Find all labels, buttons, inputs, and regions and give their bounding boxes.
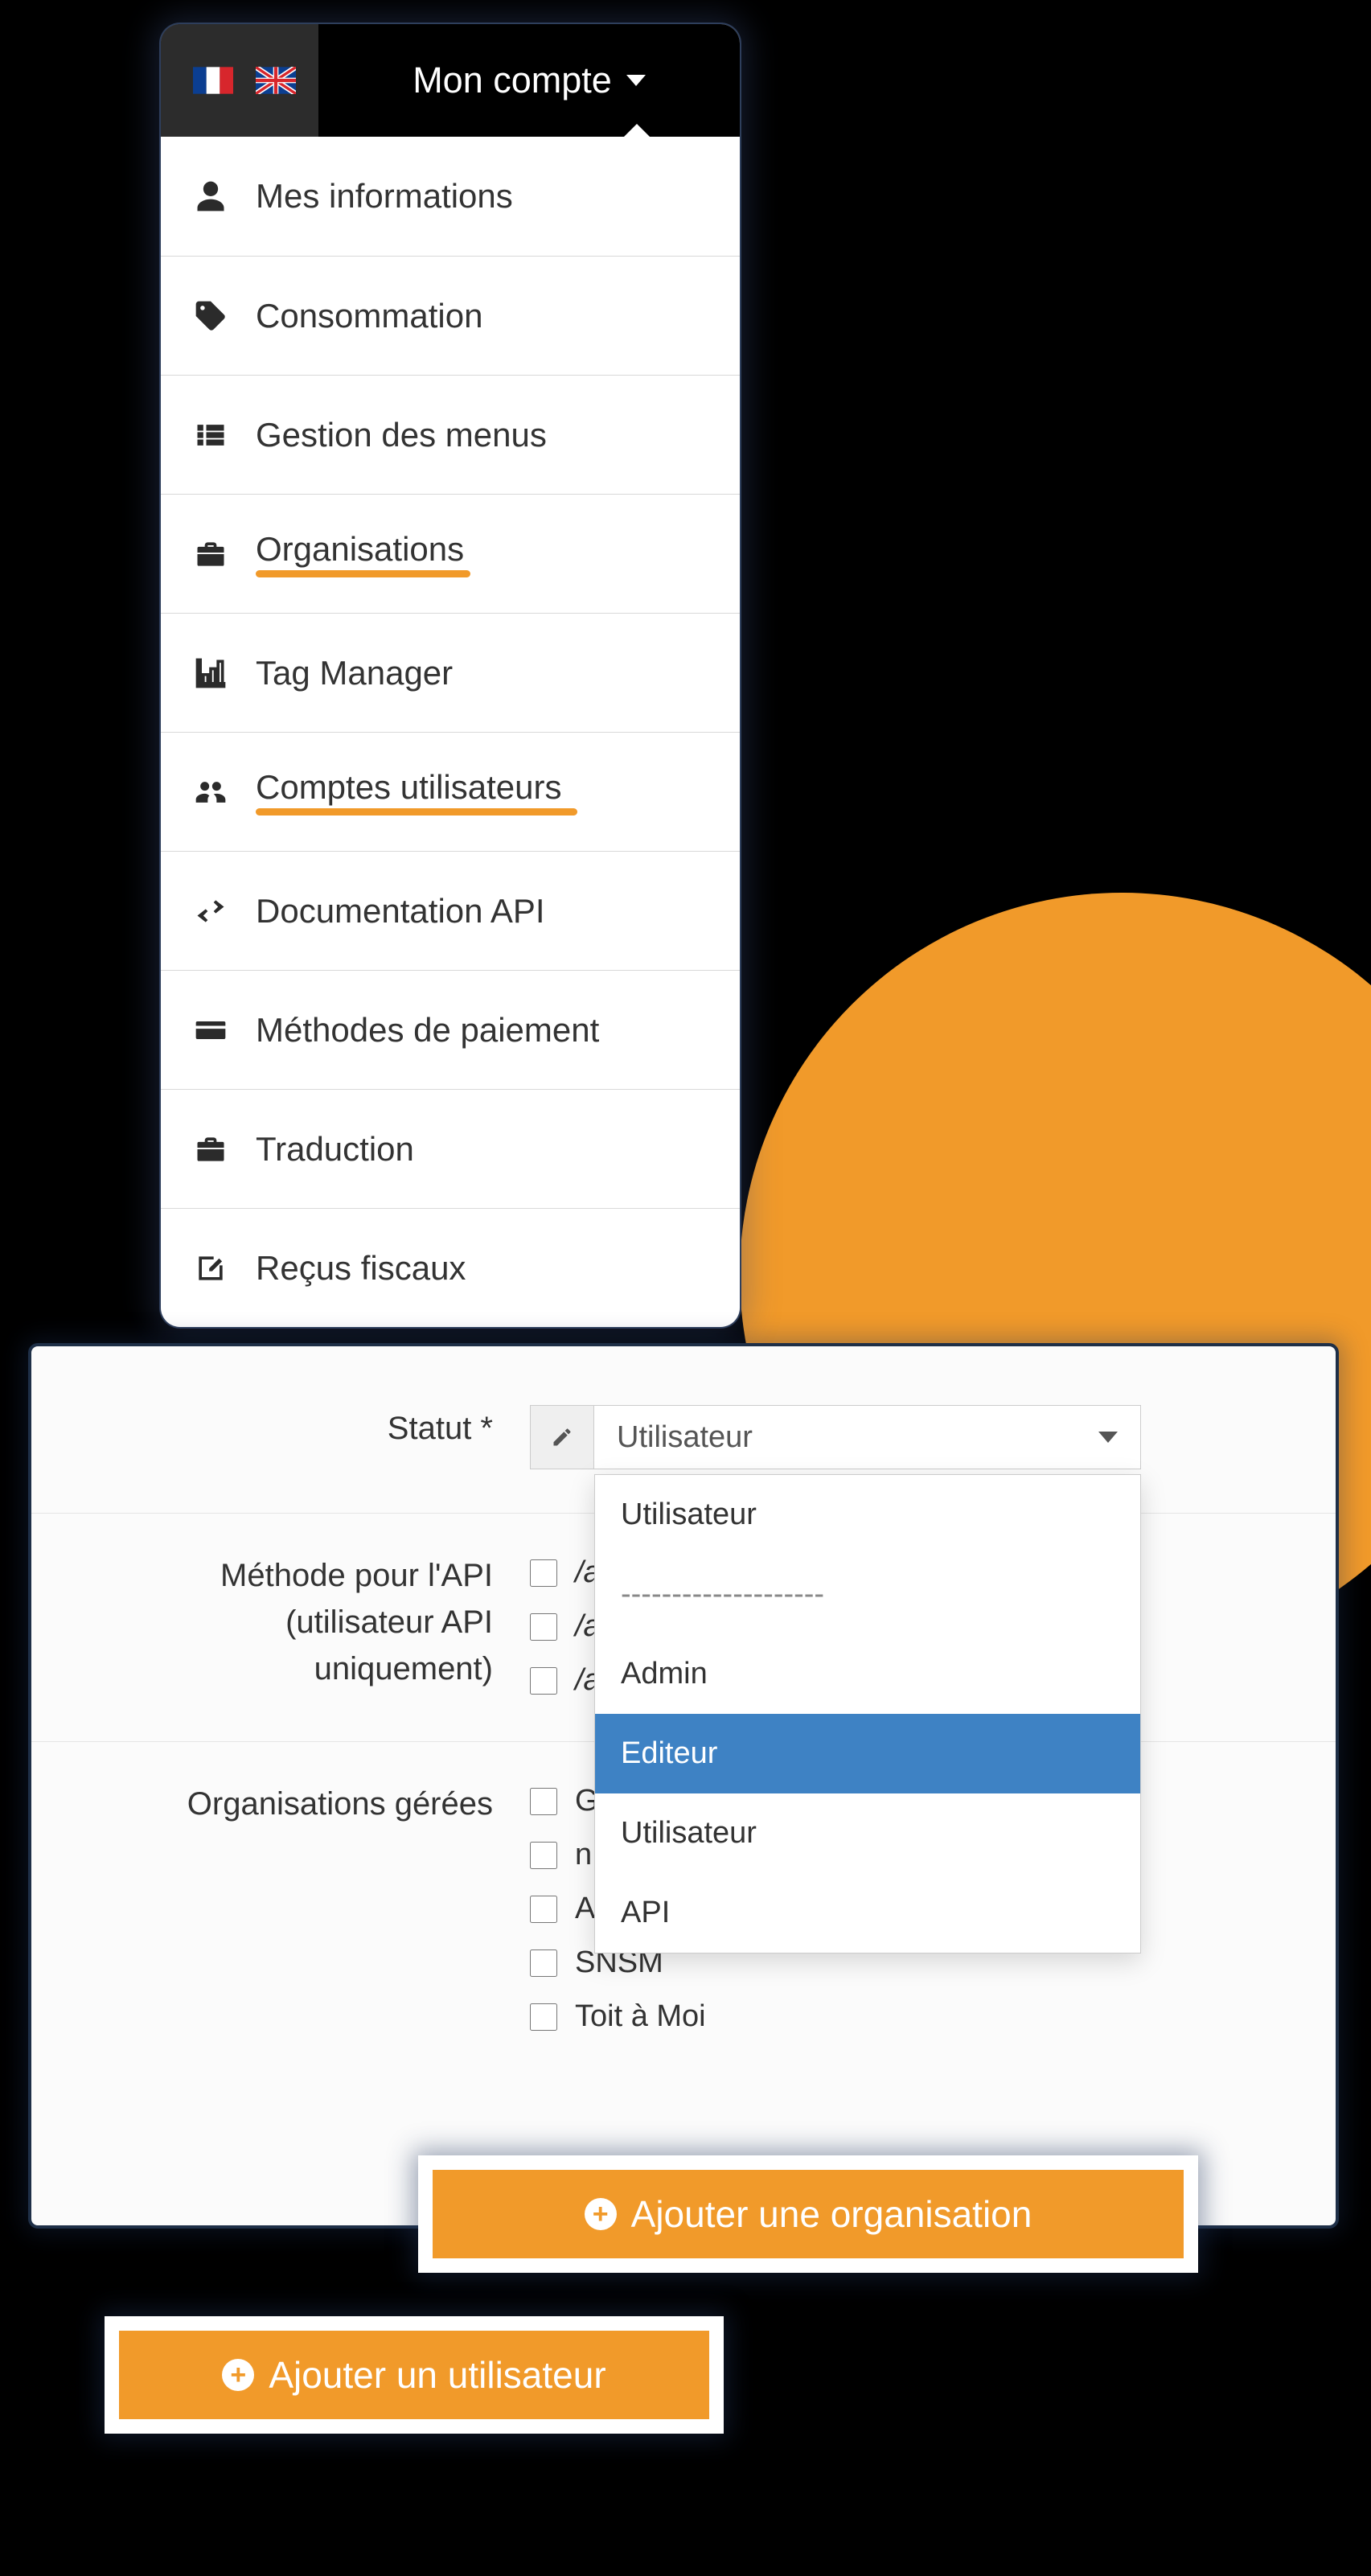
checkbox[interactable] [530,1667,557,1695]
menu-item-label: Gestion des menus [256,416,547,454]
account-menu-trigger[interactable]: Mon compte [318,60,740,101]
flag-uk-icon[interactable] [256,67,296,94]
menu-item-label: Consommation [256,297,482,335]
organisation-label: n [575,1838,592,1872]
exchange-icon [190,894,232,929]
status-option[interactable]: API [595,1873,1140,1953]
add-user-label: Ajouter un utilisateur [269,2353,605,2397]
status-selected-text: Utilisateur [617,1420,753,1455]
card-icon [190,1013,232,1048]
highlight-underline [256,570,470,577]
api-label-line: uniquement) [31,1645,493,1692]
status-select[interactable]: Utilisateur [530,1405,1141,1469]
checkbox[interactable] [530,1842,557,1869]
checkbox[interactable] [530,1788,557,1815]
menu-item-mes-informations[interactable]: Mes informations [161,137,740,256]
add-user-frame: + Ajouter un utilisateur [105,2316,724,2434]
flag-fr-icon[interactable] [193,67,233,94]
status-option[interactable]: Utilisateur [595,1793,1140,1873]
user-icon [190,179,232,214]
api-label-line: (utilisateur API [31,1599,493,1645]
menu-item-m-thodes-de-paiement[interactable]: Méthodes de paiement [161,970,740,1089]
menu-item-tag-manager[interactable]: Tag Manager [161,613,740,732]
tag-icon [190,298,232,334]
checkbox[interactable] [530,2003,557,2031]
menu-item-comptes-utilisateurs[interactable]: Comptes utilisateurs [161,732,740,851]
menu-item-consommation[interactable]: Consommation [161,256,740,375]
status-option[interactable]: Utilisateur [595,1475,1140,1555]
menu-item-label: Traduction [256,1130,414,1169]
account-dropdown: Mon compte Mes informations Consommation G… [161,24,740,1327]
checkbox[interactable] [530,1896,557,1923]
status-row: Statut * Utilisateur Utilisateur--------… [31,1391,1336,1484]
account-label-text: Mon compte [413,60,612,101]
briefcase-icon [190,1132,232,1167]
chevron-down-icon [1098,1432,1118,1443]
organisations-label: Organisations gérées [31,1781,530,2034]
dropdown-header: Mon compte [161,24,740,137]
api-label-line: Méthode pour l'API [31,1552,493,1599]
edit-icon [190,1251,232,1286]
status-options-popup: Utilisateur--------------------AdminEdit… [594,1474,1141,1954]
add-organisation-frame: + Ajouter une organisation [418,2155,1198,2273]
status-option[interactable]: Editeur [595,1714,1140,1793]
status-select-box[interactable]: Utilisateur [594,1405,1141,1469]
menu-item-organisations[interactable]: Organisations [161,494,740,613]
add-organisation-button[interactable]: + Ajouter une organisation [433,2170,1184,2258]
api-method-label: Méthode pour l'API (utilisateur API uniq… [31,1552,530,1698]
briefcase-icon [190,536,232,572]
plus-circle-icon: + [585,2198,617,2230]
menu-item-label: Mes informations [256,177,513,216]
add-organisation-label: Ajouter une organisation [631,2192,1032,2236]
menu-item-traduction[interactable]: Traduction [161,1089,740,1208]
status-option[interactable]: -------------------- [595,1555,1140,1634]
menu-item-label: Comptes utilisateurs [256,768,577,807]
dropdown-pointer [622,124,651,138]
chart-icon [190,655,232,691]
chevron-down-icon [626,75,646,86]
users-icon [190,774,232,810]
menu-item-label: Méthodes de paiement [256,1011,599,1050]
list-icon [190,417,232,453]
status-label: Statut * [31,1405,530,1469]
organisation-checkbox[interactable]: Toit à Moi [530,1999,1271,2034]
plus-circle-icon: + [222,2359,254,2391]
checkbox[interactable] [530,1613,557,1641]
menu-item-gestion-des-menus[interactable]: Gestion des menus [161,375,740,494]
user-form-panel: Statut * Utilisateur Utilisateur--------… [28,1343,1339,2229]
add-user-button[interactable]: + Ajouter un utilisateur [119,2331,709,2419]
menu-item-label: Reçus fiscaux [256,1249,466,1288]
menu-item-label: Documentation API [256,892,545,931]
language-switcher [161,24,318,137]
organisation-label: Toit à Moi [575,1999,706,2034]
menu-item-re-us-fiscaux[interactable]: Reçus fiscaux [161,1208,740,1327]
menu-item-documentation-api[interactable]: Documentation API [161,851,740,970]
pencil-icon [530,1405,594,1469]
highlight-underline [256,808,577,816]
status-option[interactable]: Admin [595,1634,1140,1714]
checkbox[interactable] [530,1949,557,1977]
menu-item-label: Tag Manager [256,654,453,692]
menu-item-label: Organisations [256,530,470,569]
checkbox[interactable] [530,1559,557,1587]
